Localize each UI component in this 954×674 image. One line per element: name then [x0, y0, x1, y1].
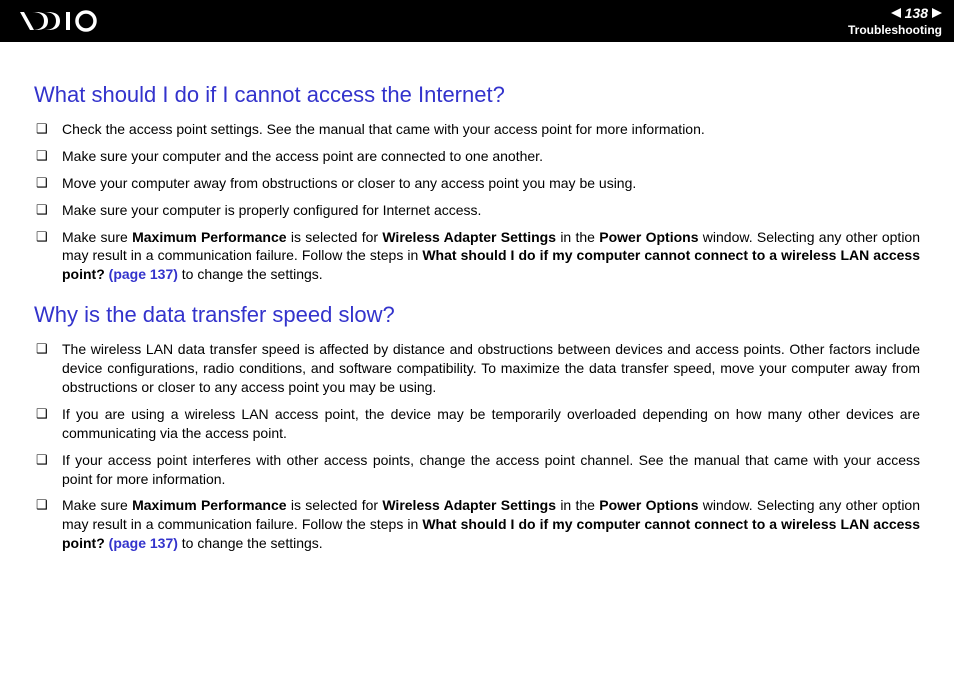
prev-page-arrow-icon[interactable]: [891, 8, 901, 18]
bold-text: Power Options: [599, 497, 698, 513]
section-title: Troubleshooting: [848, 23, 942, 37]
page-header: 138 Troubleshooting: [0, 0, 954, 42]
text: in the: [556, 497, 599, 513]
text: is selected for: [287, 497, 383, 513]
header-right: 138 Troubleshooting: [848, 5, 942, 37]
answer-list-1: Check the access point settings. See the…: [34, 120, 920, 284]
page-number: 138: [905, 5, 928, 21]
answer-list-2: The wireless LAN data transfer speed is …: [34, 340, 920, 553]
page-link[interactable]: (page 137): [109, 535, 178, 551]
list-item: Make sure Maximum Performance is selecte…: [34, 496, 920, 553]
text: to change the settings.: [178, 266, 323, 282]
bold-text: Power Options: [599, 229, 698, 245]
list-item: If your access point interferes with oth…: [34, 451, 920, 489]
list-item: Move your computer away from obstruction…: [34, 174, 920, 193]
bold-text: Wireless Adapter Settings: [382, 229, 556, 245]
list-item: Make sure your computer is properly conf…: [34, 201, 920, 220]
next-page-arrow-icon[interactable]: [932, 8, 942, 18]
page-navigation: 138: [891, 5, 942, 21]
list-item: If you are using a wireless LAN access p…: [34, 405, 920, 443]
text: in the: [556, 229, 599, 245]
bold-text: Maximum Performance: [132, 497, 286, 513]
text: to change the settings.: [178, 535, 323, 551]
text: is selected for: [287, 229, 383, 245]
page-link[interactable]: (page 137): [109, 266, 178, 282]
text: Make sure: [62, 229, 132, 245]
question-heading-1: What should I do if I cannot access the …: [34, 82, 920, 108]
bold-text: Wireless Adapter Settings: [382, 497, 556, 513]
text: Make sure: [62, 497, 132, 513]
list-item: The wireless LAN data transfer speed is …: [34, 340, 920, 397]
list-item: Make sure Maximum Performance is selecte…: [34, 228, 920, 285]
vaio-logo: [20, 10, 110, 32]
page-content: What should I do if I cannot access the …: [0, 42, 954, 583]
bold-text: Maximum Performance: [132, 229, 286, 245]
list-item: Check the access point settings. See the…: [34, 120, 920, 139]
list-item: Make sure your computer and the access p…: [34, 147, 920, 166]
question-heading-2: Why is the data transfer speed slow?: [34, 302, 920, 328]
